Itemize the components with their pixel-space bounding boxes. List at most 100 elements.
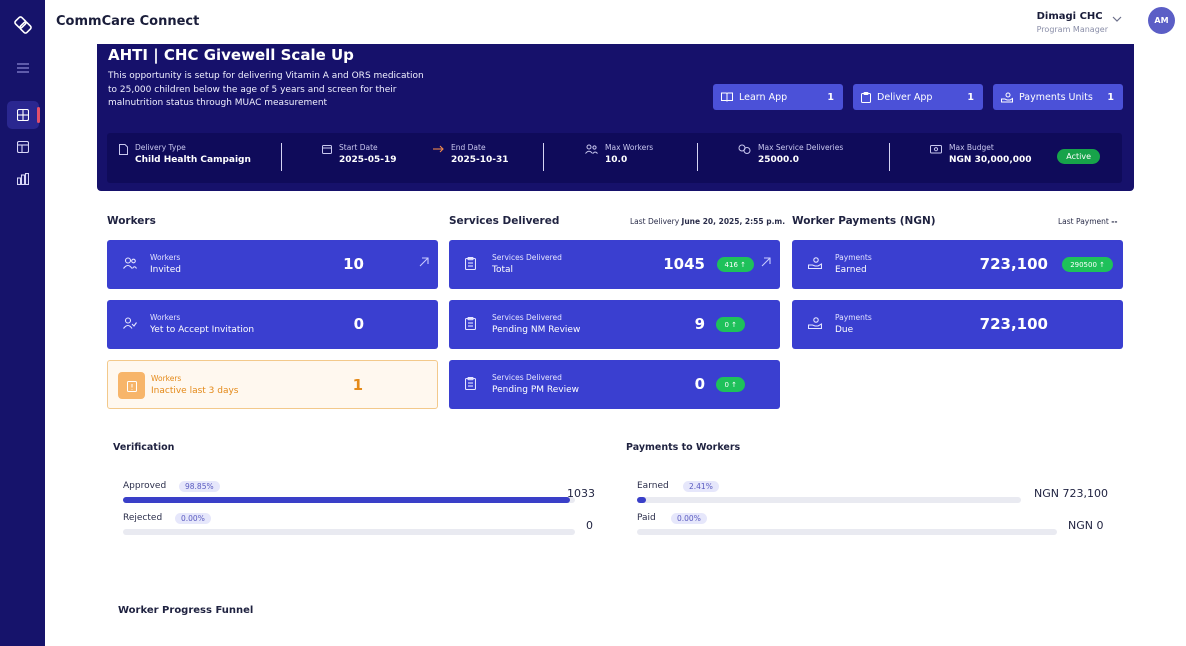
- end-date: End Date 2025-10-31: [451, 143, 509, 165]
- opportunity-description: This opportunity is setup for delivering…: [108, 71, 424, 108]
- wallet-icon: [930, 145, 942, 154]
- approved-label: Approved: [123, 481, 167, 491]
- max-workers: Max Workers 10.0: [585, 143, 653, 165]
- worker-funnel-title: Worker Progress Funnel: [118, 605, 254, 616]
- table-layout-icon: [17, 141, 29, 153]
- learn-app-count: 1: [827, 91, 834, 103]
- earned-label: Earned: [637, 481, 669, 491]
- rejected-pct: 0.00%: [175, 513, 211, 524]
- hand-coin-icon: [1001, 92, 1013, 102]
- app-title: CommCare Connect: [56, 14, 200, 29]
- sidebar-item-dashboard[interactable]: [7, 101, 40, 129]
- services-pm-review-delta: 0 ↑: [716, 377, 745, 392]
- services-total-card[interactable]: Services Delivered Total 1045 416 ↑: [449, 240, 780, 289]
- earned-value: NGN 723,100: [1034, 487, 1108, 500]
- hand-coin-icon: [808, 317, 822, 329]
- opportunity-header: AHTI | CHC Givewell Scale Up This opport…: [97, 44, 1134, 191]
- approved-pct: 98.85%: [179, 481, 220, 492]
- services-nm-review-card[interactable]: Services Delivered Pending NM Review 9 0…: [449, 300, 780, 349]
- org-switcher[interactable]: Dimagi CHC Program Manager: [1037, 11, 1108, 34]
- workers-inactive-value: 1: [352, 376, 363, 394]
- deliver-app-button[interactable]: Deliver App 1: [853, 84, 983, 110]
- app-logo-icon[interactable]: [12, 14, 34, 36]
- coins-icon: [738, 144, 751, 154]
- clipboard-icon: [465, 257, 476, 270]
- paid-label: Paid: [637, 513, 656, 523]
- rejected-bar: [123, 529, 575, 535]
- earned-bar: [637, 497, 1021, 503]
- opportunity-meta-bar: Delivery Type Child Health Campaign Start…: [107, 133, 1122, 183]
- payments-section-title: Worker Payments (NGN): [792, 215, 936, 227]
- workers-invited-card[interactable]: Workers Invited 10: [107, 240, 438, 289]
- payments-units-label: Payments Units: [1019, 91, 1093, 103]
- workers-inactive-card[interactable]: Workers Inactive last 3 days 1: [107, 360, 438, 409]
- chevron-down-icon[interactable]: [1112, 16, 1122, 22]
- paid-bar: [637, 529, 1057, 535]
- book-icon: [721, 92, 733, 102]
- deliver-app-label: Deliver App: [877, 91, 933, 103]
- verification-title: Verification: [113, 442, 175, 453]
- start-date: Start Date 2025-05-19: [322, 143, 397, 165]
- grid-icon: [17, 109, 29, 121]
- payments-due-value: 723,100: [979, 315, 1048, 333]
- arrow-right-icon: [433, 145, 444, 153]
- services-nm-review-value: 9: [694, 315, 705, 333]
- bar-report-icon: [17, 173, 29, 185]
- payments-units-count: 1: [1107, 91, 1114, 103]
- sidebar-menu-toggle[interactable]: [7, 54, 39, 82]
- sidebar: [0, 0, 45, 646]
- services-section-title: Services Delivered: [449, 215, 560, 227]
- paid-value: NGN 0: [1068, 519, 1104, 532]
- payments-units-button[interactable]: Payments Units 1: [993, 84, 1123, 110]
- deliver-app-count: 1: [967, 91, 974, 103]
- max-budget: Max Budget NGN 30,000,000: [930, 143, 1032, 165]
- services-total-delta: 416 ↑: [716, 257, 754, 272]
- status-badge: Active: [1057, 149, 1100, 164]
- users-icon: [123, 257, 137, 269]
- services-total-value: 1045: [663, 255, 705, 273]
- payments-earned-value: 723,100: [979, 255, 1048, 273]
- hand-coin-icon: [808, 257, 822, 269]
- approved-bar-fill: [123, 497, 570, 503]
- earned-pct: 2.41%: [683, 481, 719, 492]
- hamburger-icon: [17, 63, 29, 73]
- document-icon: [119, 144, 128, 155]
- arrow-up-right-icon[interactable]: [419, 257, 429, 267]
- workers-section-title: Workers: [107, 215, 156, 227]
- arrow-up-right-icon[interactable]: [761, 257, 771, 267]
- approved-value: 1033: [567, 487, 595, 500]
- delivery-type: Delivery Type Child Health Campaign: [119, 143, 251, 165]
- services-pm-review-value: 0: [694, 375, 705, 393]
- sidebar-item-reports[interactable]: [7, 165, 39, 193]
- paid-pct: 0.00%: [671, 513, 707, 524]
- calendar-icon: [322, 145, 332, 154]
- main-content: AHTI | CHC Givewell Scale Up This opport…: [45, 44, 1186, 646]
- rejected-label: Rejected: [123, 513, 163, 523]
- last-payment: Last Payment --: [1058, 217, 1118, 226]
- clipboard-icon: [465, 377, 476, 390]
- clipboard-icon: [861, 91, 871, 103]
- learn-app-button[interactable]: Learn App 1: [713, 84, 843, 110]
- workers-invited-value: 10: [343, 255, 364, 273]
- user-check-icon: [123, 317, 137, 329]
- rejected-value: 0: [586, 519, 593, 532]
- sidebar-item-layout[interactable]: [7, 133, 39, 161]
- services-pm-review-card[interactable]: Services Delivered Pending PM Review 0 0…: [449, 360, 780, 409]
- user-role: Program Manager: [1036, 25, 1108, 34]
- earned-bar-fill: [637, 497, 646, 503]
- top-bar: CommCare Connect Dimagi CHC Program Mana…: [45, 0, 1186, 44]
- avatar[interactable]: AM: [1148, 7, 1175, 34]
- workers-pending-card[interactable]: Workers Yet to Accept Invitation 0: [107, 300, 438, 349]
- learn-app-label: Learn App: [739, 91, 788, 103]
- clipboard-alert-icon: [126, 380, 137, 392]
- users-icon: [585, 144, 598, 154]
- payments-earned-delta: 290500 ↑: [1062, 257, 1113, 272]
- payments-earned-card[interactable]: Payments Earned 723,100 290500 ↑: [792, 240, 1123, 289]
- org-name: Dimagi CHC: [1036, 11, 1103, 22]
- payments-to-workers-title: Payments to Workers: [626, 442, 741, 453]
- max-service-deliveries: Max Service Deliveries 25000.0: [738, 143, 843, 165]
- services-nm-review-delta: 0 ↑: [716, 317, 745, 332]
- workers-pending-value: 0: [353, 315, 364, 333]
- approved-bar: [123, 497, 575, 503]
- payments-due-card[interactable]: Payments Due 723,100: [792, 300, 1123, 349]
